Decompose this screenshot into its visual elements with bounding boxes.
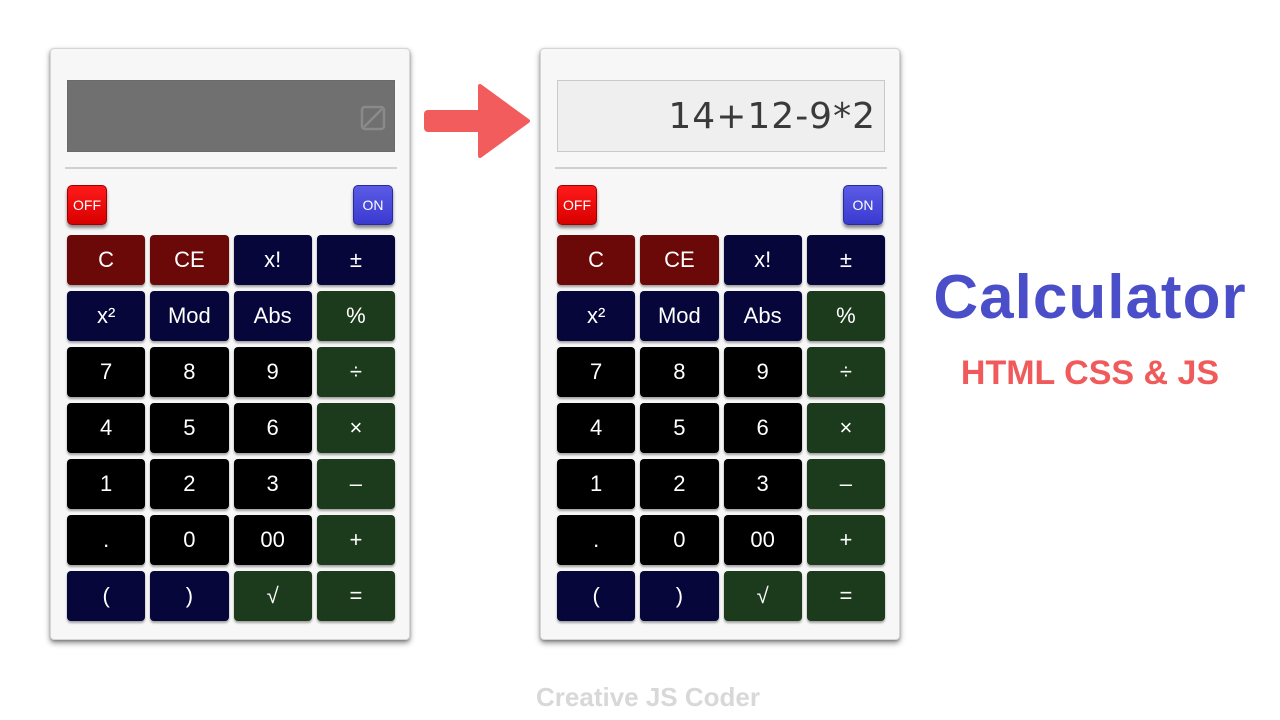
calculator-display: 14+12-9*2 bbox=[557, 80, 885, 152]
key-button[interactable]: ± bbox=[806, 235, 885, 285]
off-button[interactable]: OFF bbox=[557, 185, 597, 225]
key-button[interactable]: 5 bbox=[640, 403, 719, 453]
keypad: C CE x! ± x² Mod Abs% 7 8 9 ÷ 4 5 6 × 1 2 3–. 0 00 +() √ = bbox=[557, 235, 885, 625]
key-button[interactable]: 7 bbox=[557, 347, 636, 397]
key-button[interactable]: 8 bbox=[150, 347, 229, 397]
calculator-display bbox=[67, 80, 395, 152]
key-button[interactable]: 1 bbox=[67, 459, 146, 509]
keypad: C CE x! ± x² Mod Abs% 7 8 9 ÷ 4 5 6 × 1 2 3–. 0 00 +() √ = bbox=[67, 235, 395, 625]
key-button[interactable]: Abs bbox=[723, 291, 802, 341]
key-button[interactable]: × bbox=[316, 403, 395, 453]
on-button[interactable]: ON bbox=[353, 185, 393, 225]
key-button[interactable]: C bbox=[67, 235, 146, 285]
key-button[interactable]: 6 bbox=[233, 403, 312, 453]
key-button[interactable]: 8 bbox=[640, 347, 719, 397]
divider bbox=[555, 167, 887, 169]
key-button[interactable]: 0 bbox=[640, 515, 719, 565]
key-button[interactable]: 3 bbox=[723, 459, 802, 509]
key-button[interactable]: 2 bbox=[150, 459, 229, 509]
key-button[interactable]: % bbox=[316, 291, 395, 341]
arrow-right-icon bbox=[424, 84, 530, 158]
key-button[interactable]: 9 bbox=[723, 347, 802, 397]
key-button[interactable]: 1 bbox=[557, 459, 636, 509]
key-button[interactable]: + bbox=[806, 515, 885, 565]
key-button[interactable]: Abs bbox=[233, 291, 312, 341]
page-subtitle: HTML CSS & JS bbox=[960, 354, 1220, 392]
key-button[interactable]: 6 bbox=[723, 403, 802, 453]
key-button[interactable]: + bbox=[316, 515, 395, 565]
key-button[interactable]: 4 bbox=[67, 403, 146, 453]
key-button[interactable]: 00 bbox=[233, 515, 312, 565]
key-button[interactable]: CE bbox=[150, 235, 229, 285]
key-button[interactable]: √ bbox=[723, 571, 802, 621]
key-button[interactable]: – bbox=[316, 459, 395, 509]
key-button[interactable]: 4 bbox=[557, 403, 636, 453]
key-button[interactable]: 5 bbox=[150, 403, 229, 453]
key-button[interactable]: = bbox=[806, 571, 885, 621]
page-title: Calculator bbox=[933, 263, 1247, 332]
key-button[interactable]: . bbox=[67, 515, 146, 565]
divider bbox=[65, 167, 397, 169]
key-button[interactable]: x² bbox=[67, 291, 146, 341]
key-button[interactable]: ( bbox=[557, 571, 636, 621]
key-button[interactable]: ( bbox=[67, 571, 146, 621]
key-button[interactable]: . bbox=[557, 515, 636, 565]
key-button[interactable]: 0 bbox=[150, 515, 229, 565]
calculator-off-state: OFF ON C CE x! ± x² Mod Abs% 7 8 9 ÷ 4 5 6 × 1 2 3–. 0 00 +(… bbox=[50, 48, 410, 640]
screen-off-icon bbox=[360, 105, 386, 131]
key-button[interactable]: Mod bbox=[640, 291, 719, 341]
key-button[interactable]: 3 bbox=[233, 459, 312, 509]
key-button[interactable]: x! bbox=[233, 235, 312, 285]
key-button[interactable]: × bbox=[806, 403, 885, 453]
key-button[interactable]: = bbox=[316, 571, 395, 621]
key-button[interactable]: % bbox=[806, 291, 885, 341]
key-button[interactable]: ÷ bbox=[806, 347, 885, 397]
on-button[interactable]: ON bbox=[843, 185, 883, 225]
off-button[interactable]: OFF bbox=[67, 185, 107, 225]
key-button[interactable]: ± bbox=[316, 235, 395, 285]
key-button[interactable]: x! bbox=[723, 235, 802, 285]
key-button[interactable]: ) bbox=[150, 571, 229, 621]
display-value: 14+12-9*2 bbox=[668, 96, 876, 137]
key-button[interactable]: ÷ bbox=[316, 347, 395, 397]
key-button[interactable]: 9 bbox=[233, 347, 312, 397]
key-button[interactable]: – bbox=[806, 459, 885, 509]
key-button[interactable]: CE bbox=[640, 235, 719, 285]
calculator-on-state: 14+12-9*2 OFF ON C CE x! ± x² Mod Abs% 7 8 9 ÷ 4 5 6 ×… bbox=[540, 48, 900, 640]
key-button[interactable]: √ bbox=[233, 571, 312, 621]
key-button[interactable]: 2 bbox=[640, 459, 719, 509]
key-button[interactable]: C bbox=[557, 235, 636, 285]
key-button[interactable]: x² bbox=[557, 291, 636, 341]
key-button[interactable]: 00 bbox=[723, 515, 802, 565]
key-button[interactable]: 7 bbox=[67, 347, 146, 397]
key-button[interactable]: ) bbox=[640, 571, 719, 621]
footer-credit: Creative JS Coder bbox=[536, 682, 760, 712]
key-button[interactable]: Mod bbox=[150, 291, 229, 341]
